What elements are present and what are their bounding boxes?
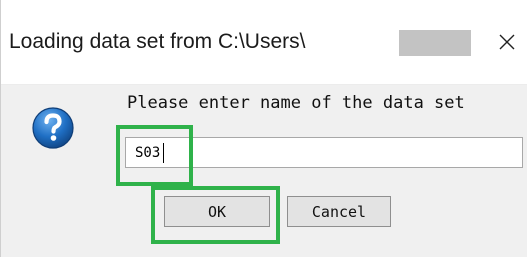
- ok-button[interactable]: OK: [164, 196, 270, 227]
- close-icon: [499, 34, 515, 50]
- data-set-name-input[interactable]: [125, 137, 523, 168]
- prompt-label: Please enter name of the data set: [127, 93, 465, 113]
- redacted-path: [399, 30, 471, 56]
- input-dialog: Loading data set from C:\Users\ Please e…: [0, 0, 527, 257]
- text-caret: [163, 143, 164, 163]
- question-icon: [32, 107, 74, 149]
- close-button[interactable]: [486, 24, 527, 60]
- title-bar: Loading data set from C:\Users\: [1, 0, 527, 85]
- window-title: Loading data set from C:\Users\: [9, 30, 306, 53]
- cancel-button[interactable]: Cancel: [287, 196, 391, 227]
